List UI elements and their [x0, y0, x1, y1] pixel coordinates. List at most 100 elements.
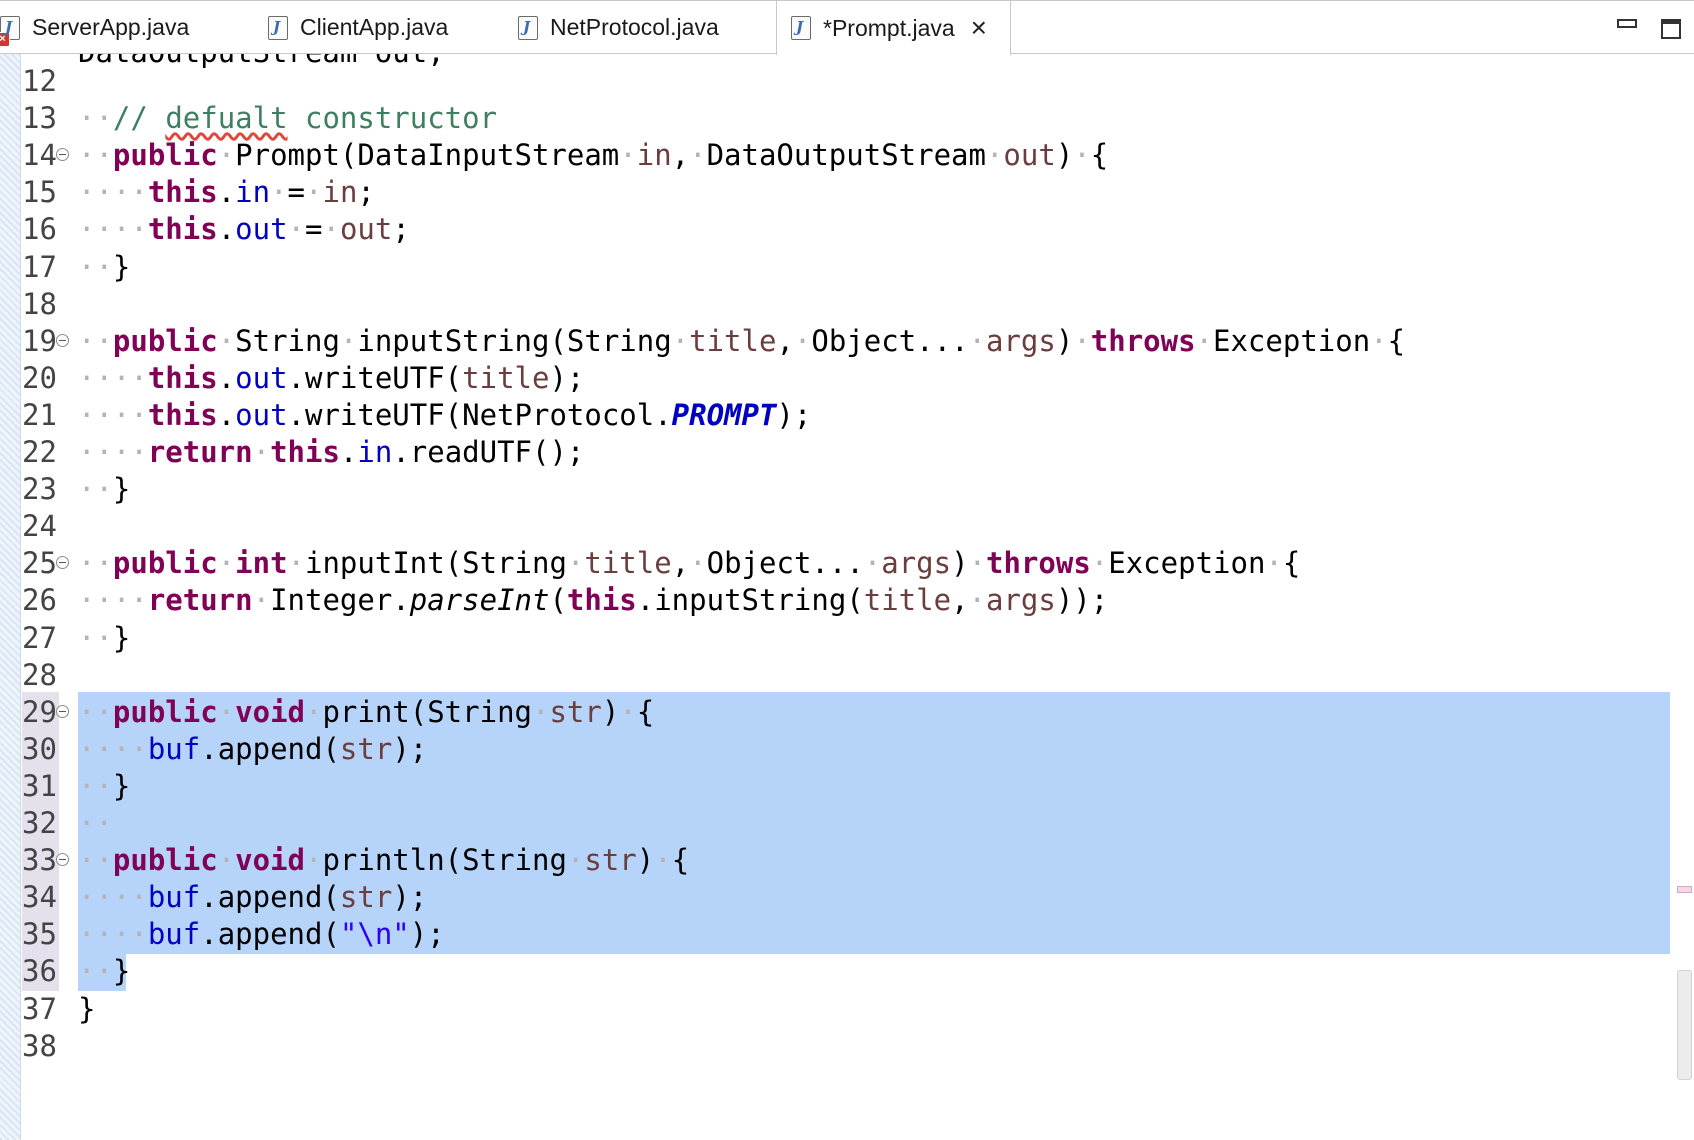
line-number: 21: [22, 397, 57, 432]
code-line[interactable]: 20 ····this.out.writeUTF(title);: [0, 358, 1694, 398]
code-line[interactable]: 15 ····this.in·=·in;: [0, 172, 1694, 212]
code-text: ····return·this.in.readUTF();: [78, 435, 585, 469]
code-line[interactable]: 38: [0, 1026, 1694, 1066]
code-line[interactable]: 17 ··}: [0, 247, 1694, 287]
code-line[interactable]: 14 ··public·Prompt(DataInputStream·in,·Da…: [0, 135, 1694, 175]
code-line[interactable]: 28: [0, 655, 1694, 695]
code-text: ····this.out·=·out;: [78, 212, 410, 247]
line-number: 38: [22, 1028, 57, 1063]
vertical-scrollbar-thumb[interactable]: [1677, 970, 1692, 1080]
code-text: ··}: [78, 249, 131, 284]
code-line[interactable]: 12: [0, 61, 1694, 101]
minimize-icon[interactable]: [1617, 19, 1637, 28]
line-number: 20: [22, 360, 57, 395]
line-number: 35: [22, 914, 59, 955]
fold-toggle-icon[interactable]: [56, 556, 69, 570]
code-text: ····buf.append(str);: [78, 880, 428, 915]
line-number: 37: [22, 991, 57, 1026]
maximize-icon[interactable]: [1661, 19, 1681, 39]
tab-netprotocol[interactable]: NetProtocol.java: [518, 1, 773, 54]
code-text: ····return·Integer.parseInt(this.inputSt…: [78, 583, 1109, 618]
code-text: ··public·void·print(String·str)·{: [78, 694, 655, 729]
line-number: 17: [22, 249, 57, 284]
line-number: 33: [22, 840, 59, 881]
line-number: 13: [22, 101, 57, 136]
line-number: 22: [22, 435, 57, 469]
code-line[interactable]: 34 ····buf.append(str);: [0, 877, 1694, 918]
code-text: }: [78, 991, 96, 1026]
code-text: ··}: [78, 620, 131, 655]
tab-label: ServerApp.java: [32, 14, 190, 40]
fold-toggle-icon[interactable]: [56, 148, 69, 162]
code-line[interactable]: 26 ····return·Integer.parseInt(this.input…: [0, 580, 1694, 620]
code-text: ··public·int·inputInt(String·title,·Obje…: [78, 546, 1301, 581]
line-number: 23: [22, 472, 57, 507]
line-number: 19: [22, 323, 57, 358]
code-line[interactable]: 29 ··public·void·print(String·str)·{: [0, 691, 1694, 732]
line-number: 28: [22, 657, 57, 692]
code-line[interactable]: 35 ····buf.append("\n");: [0, 914, 1694, 955]
code-text: ····buf.append(str);: [78, 731, 428, 766]
tab-label: *Prompt.java: [823, 14, 955, 41]
code-text: ··}: [78, 768, 131, 803]
overview-marker[interactable]: [1677, 886, 1692, 893]
line-number: 27: [22, 620, 57, 655]
code-line[interactable]: 23 ··}: [0, 469, 1694, 509]
code-line[interactable]: 13 ··// defualt constructor: [0, 98, 1694, 138]
code-line[interactable]: 22 ····return·this.in.readUTF();: [0, 432, 1694, 472]
line-number: 30: [22, 728, 59, 769]
selection-highlight: [78, 765, 1670, 806]
code-line[interactable]: 30 ····buf.append(str);: [0, 728, 1694, 769]
code-text: ··public·Prompt(DataInputStream·in,·Data…: [78, 138, 1109, 173]
close-tab-icon[interactable]: ×: [971, 14, 987, 42]
code-editor[interactable]: DataOutputStream out; 1213··// defualt c…: [0, 54, 1694, 1140]
tab-clientapp[interactable]: ClientApp.java: [268, 1, 498, 54]
code-text: ··// defualt constructor: [78, 101, 498, 136]
line-number: 16: [22, 212, 57, 247]
line-number: 15: [22, 175, 57, 210]
line-number: 29: [22, 691, 59, 732]
editor-tab-bar: × ServerApp.java ClientApp.java NetProto…: [0, 0, 1694, 55]
fold-toggle-icon[interactable]: [56, 333, 69, 347]
code-text: ··public·void·println(String·str)·{: [78, 843, 690, 878]
line-number: 14: [22, 138, 57, 173]
error-badge-icon: ×: [0, 31, 10, 47]
line-number: 18: [22, 286, 57, 321]
code-line[interactable]: 25 ··public·int·inputInt(String·title,·Ob…: [0, 543, 1694, 583]
tab-label: ClientApp.java: [300, 14, 449, 40]
code-text: ····this.in·=·in;: [78, 175, 375, 210]
tab-label: NetProtocol.java: [550, 14, 719, 40]
line-number: 26: [22, 583, 57, 618]
code-text: ····this.out.writeUTF(NetProtocol.PROMPT…: [78, 397, 812, 432]
java-file-icon: [518, 15, 538, 40]
code-line[interactable]: 36 ··}: [0, 951, 1694, 992]
selection-highlight: [78, 803, 1670, 843]
java-file-icon: ×: [0, 15, 20, 47]
code-line[interactable]: 16 ····this.out·=·out;: [0, 209, 1694, 249]
code-line[interactable]: 27 ··}: [0, 618, 1694, 658]
code-line[interactable]: 24: [0, 506, 1694, 546]
java-file-icon: [268, 15, 288, 40]
line-number: 31: [22, 765, 59, 806]
tab-serverapp[interactable]: × ServerApp.java: [0, 1, 248, 54]
code-line[interactable]: 18: [0, 284, 1694, 324]
code-text: ··public·String·inputString(String·title…: [78, 323, 1406, 358]
code-line[interactable]: 19 ··public·String·inputString(String·tit…: [0, 321, 1694, 361]
code-line[interactable]: 32 ··: [0, 803, 1694, 843]
code-line[interactable]: 31 ··}: [0, 765, 1694, 806]
tab-prompt[interactable]: *Prompt.java ×: [776, 1, 1011, 55]
code-text: ··}: [78, 472, 131, 507]
line-number: 36: [22, 951, 59, 992]
code-text: ··}: [78, 954, 131, 989]
fold-toggle-icon[interactable]: [56, 853, 69, 867]
line-number: 32: [22, 803, 59, 843]
overview-ruler[interactable]: [1676, 54, 1694, 1140]
code-line[interactable]: 33 ··public·void·println(String·str)·{: [0, 840, 1694, 881]
line-number: 12: [22, 64, 57, 98]
fold-toggle-icon[interactable]: [56, 704, 69, 718]
code-line[interactable]: 37}: [0, 989, 1694, 1029]
code-line[interactable]: 21 ····this.out.writeUTF(NetProtocol.PROM…: [0, 395, 1694, 435]
code-text: ····this.out.writeUTF(title);: [78, 360, 585, 395]
line-number: 24: [22, 509, 57, 544]
code-text: ··: [78, 806, 113, 840]
